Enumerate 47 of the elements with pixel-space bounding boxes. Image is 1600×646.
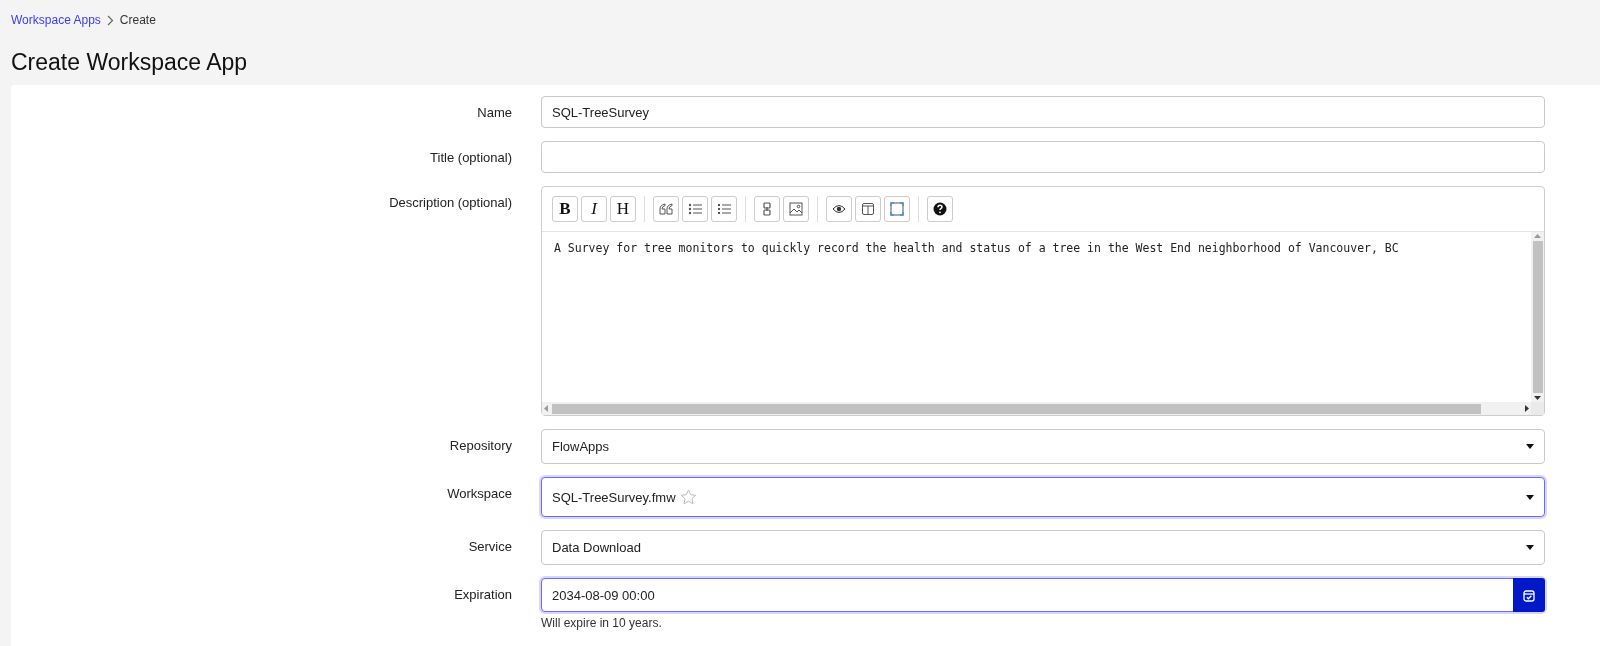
date-field[interactable]: 2034-08-09 00:00 <box>541 578 1545 612</box>
scroll-up-icon <box>1534 234 1541 238</box>
field-label: Repository <box>449 437 512 453</box>
dropdown-field[interactable]: FlowApps <box>541 429 1545 464</box>
format-button[interactable]: H <box>610 196 636 222</box>
resize-handle[interactable] <box>1531 402 1544 415</box>
horizontal-scrollbar[interactable] <box>542 402 1531 415</box>
fullscreen-icon <box>890 202 904 216</box>
dropdown-caret-icon <box>1526 444 1534 449</box>
field-label: Expiration <box>454 586 512 602</box>
bulleted-list-icon <box>688 203 702 215</box>
scroll-left-icon <box>544 405 548 412</box>
help-icon <box>933 202 947 216</box>
format-button[interactable]: I <box>581 196 607 222</box>
field-label: Name <box>477 104 512 120</box>
side-by-side-icon <box>861 202 875 216</box>
dropdown-field[interactable]: Data Download <box>541 530 1545 565</box>
text-field[interactable] <box>541 141 1545 173</box>
scroll-down-icon <box>1534 396 1541 400</box>
eye-icon <box>832 204 846 214</box>
page-title: Create Workspace App <box>11 48 249 76</box>
dropdown-caret-icon <box>1526 545 1534 550</box>
toolbar-button[interactable] <box>927 196 953 222</box>
chevron-right-icon <box>106 14 114 26</box>
field-label: Title (optional) <box>430 149 512 165</box>
field-label: Description (optional) <box>389 194 512 210</box>
scroll-right-icon <box>1525 405 1529 412</box>
format-button[interactable]: B <box>552 196 578 222</box>
star-icon[interactable] <box>679 489 697 505</box>
breadcrumb-current: Create <box>119 13 156 27</box>
field-label: Service <box>468 538 512 554</box>
calendar-check-icon <box>1523 588 1535 602</box>
vertical-scrollbar[interactable] <box>1531 232 1544 402</box>
dropdown-field[interactable]: SQL-TreeSurvey.fmw <box>541 477 1545 517</box>
breadcrumb-link[interactable]: Workspace Apps <box>11 13 101 27</box>
dropdown-caret-icon <box>1526 494 1534 500</box>
quote-icon <box>659 203 673 215</box>
image-icon <box>789 202 803 216</box>
calendar-button[interactable] <box>1513 578 1545 612</box>
toolbar-button[interactable] <box>826 196 852 222</box>
field-label: Workspace <box>447 485 512 501</box>
numbered-list-icon <box>717 203 731 215</box>
text-field[interactable]: SQL-TreeSurvey <box>541 96 1545 128</box>
toolbar-button[interactable] <box>855 196 881 222</box>
link-icon <box>763 202 771 216</box>
expiry-hint: Will expire in 10 years. <box>541 616 663 630</box>
description-text[interactable]: A Survey for tree monitors to quickly record the health and status of a tree in the West End neighborhood of Vancouver, BC <box>542 232 1531 402</box>
